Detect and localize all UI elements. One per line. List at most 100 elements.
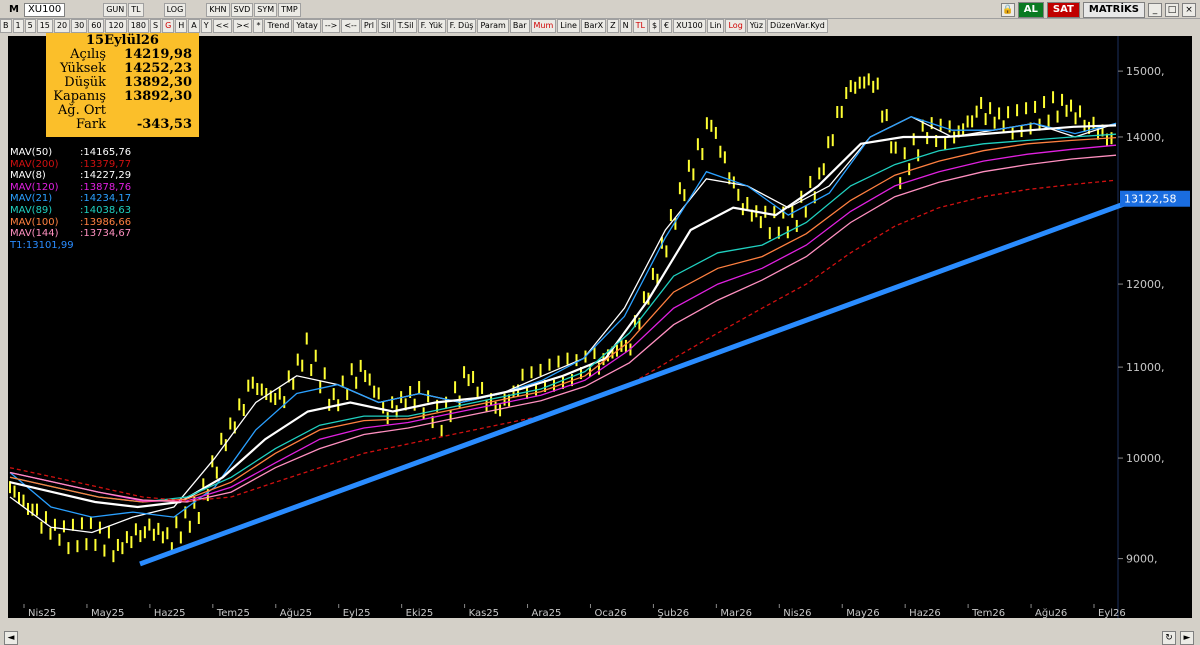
toolbar-button[interactable]: Param <box>477 19 509 33</box>
toolbar-option[interactable]: KHN <box>206 3 230 17</box>
toolbar-button[interactable]: € <box>661 19 673 33</box>
y-tick-label: 11000, <box>1126 361 1165 374</box>
legend-item[interactable]: MAV(8):14227,29 <box>10 170 131 182</box>
info-value: -343,53 <box>136 117 192 132</box>
symbol-input[interactable]: XU100 <box>23 3 66 17</box>
info-value: 14219,98 <box>124 47 192 62</box>
info-label: Açılış <box>70 47 106 62</box>
toolbar-button[interactable]: Mum <box>530 19 557 33</box>
toolbar-button[interactable]: TL <box>632 19 648 33</box>
y-tick-label: 10000, <box>1126 452 1165 465</box>
toolbar-button[interactable]: Log <box>725 19 746 33</box>
x-tick-label: Şub26 <box>657 608 689 618</box>
matrix-button[interactable]: MATRİKS <box>1082 2 1145 18</box>
legend-item[interactable]: MAV(144):13734,67 <box>10 228 131 240</box>
info-label: Yüksek <box>60 61 106 76</box>
maximize-icon[interactable]: □ <box>1165 3 1179 17</box>
toolbar-button[interactable]: DüzenVar.Kyd <box>767 19 828 33</box>
scroll-right-icon[interactable]: ► <box>1180 631 1194 645</box>
refresh-icon[interactable]: ↻ <box>1162 631 1176 645</box>
toolbar-button[interactable]: Line <box>557 19 580 33</box>
legend-name: MAV(21) <box>10 193 53 205</box>
minimize-icon[interactable]: _ <box>1148 3 1162 17</box>
toolbar-button[interactable]: Yüz <box>746 19 767 33</box>
legend-item[interactable]: T1:13101,99 <box>10 240 131 252</box>
toolbar-option[interactable]: SVD <box>230 3 254 17</box>
info-value: 13892,30 <box>124 89 192 104</box>
legend-value: :14038,63 <box>80 204 132 216</box>
legend-item[interactable]: MAV(21):14234,17 <box>10 193 131 205</box>
toolbar-option[interactable]: GUN <box>103 3 128 17</box>
toolbar-button[interactable]: 30 <box>71 19 88 33</box>
menu-letter[interactable]: M <box>6 4 22 16</box>
toolbar-button[interactable]: Lin <box>706 19 725 33</box>
toolbar-option[interactable]: TL <box>128 3 144 17</box>
toolbar-button[interactable]: << <box>212 19 233 33</box>
toolbar-button[interactable]: BarX <box>580 19 607 33</box>
toolbar-button[interactable]: --> <box>321 19 341 33</box>
last-price-label: 13122,58 <box>1124 193 1177 206</box>
ma-line-mav200 <box>9 179 1117 502</box>
x-tick-label: Ağu25 <box>280 607 312 618</box>
toolbar-button[interactable]: Sil <box>378 19 394 33</box>
window-titlebar: M XU100 GUN TL LOG KHN SVD SYM TMP 🔒 AL SAT MA… <box>0 0 1200 19</box>
sell-button[interactable]: SAT <box>1046 2 1080 18</box>
y-tick-label: 12000, <box>1126 278 1165 291</box>
toolbar-button[interactable]: F. Düş <box>446 19 477 33</box>
lock-icon[interactable]: 🔒 <box>1000 3 1015 17</box>
toolbar-button[interactable]: Trend <box>264 19 293 33</box>
toolbar-button[interactable]: Prl <box>360 19 378 33</box>
x-tick-label: Ara25 <box>532 608 562 618</box>
toolbar-button[interactable]: 1 <box>12 19 24 33</box>
legend-name: MAV(50) <box>10 147 53 158</box>
x-tick-label: Nis25 <box>28 608 56 618</box>
x-tick-label: Eki25 <box>406 608 434 618</box>
toolbar-button[interactable]: Yatay <box>293 19 321 33</box>
legend-value: :13986,66 <box>80 216 132 228</box>
info-row: Kapanış 13892,30 <box>46 90 199 104</box>
toolbar-button[interactable]: B <box>0 19 12 33</box>
toolbar-option[interactable]: SYM <box>254 3 278 17</box>
scroll-left-icon[interactable]: ◄ <box>4 631 18 645</box>
toolbar-button[interactable]: Y <box>200 19 212 33</box>
toolbar-button[interactable]: Z <box>607 19 619 33</box>
x-tick-label: Haz25 <box>154 608 186 618</box>
legend-item[interactable]: MAV(120):13878,76 <box>10 182 131 194</box>
toolbar-button[interactable]: 60 <box>88 19 105 33</box>
toolbar-button[interactable]: 15 <box>36 19 53 33</box>
toolbar-button[interactable]: S <box>150 19 162 33</box>
toolbar-button[interactable]: 5 <box>24 19 36 33</box>
close-icon[interactable]: × <box>1182 3 1196 17</box>
x-tick-label: Ağu26 <box>1035 607 1067 618</box>
legend-item[interactable]: MAV(50):14165,76 <box>10 147 131 159</box>
toolbar-button[interactable]: A <box>188 19 200 33</box>
symbol-row: M XU100 GUN TL LOG KHN SVD SYM TMP <box>4 3 302 17</box>
toolbar-button[interactable]: 180 <box>127 19 149 33</box>
toolbar-button[interactable]: N <box>619 19 632 33</box>
toolbar-button[interactable]: * <box>253 19 264 33</box>
legend-item[interactable]: MAV(100):13986,66 <box>10 217 131 229</box>
right-toolbar: 🔒 AL SAT MATRİKS _ □ × <box>1000 2 1196 18</box>
legend-value: :13101,99 <box>22 239 74 251</box>
ma-line-mav21 <box>9 115 1117 518</box>
toolbar-button[interactable]: H <box>175 19 188 33</box>
toolbar-button[interactable]: 120 <box>105 19 127 33</box>
toolbar-button[interactable]: G <box>162 19 175 33</box>
toolbar-button[interactable]: F. Yük <box>417 19 446 33</box>
legend-item[interactable]: MAV(200):13379,77 <box>10 159 131 171</box>
toolbar-button[interactable]: 20 <box>53 19 71 33</box>
legend-item[interactable]: MAV(89):14038,63 <box>10 205 131 217</box>
toolbar-button[interactable]: $ <box>648 19 661 33</box>
toolbar-button[interactable]: Bar <box>509 19 530 33</box>
toolbar-button[interactable]: T.Sil <box>394 19 417 33</box>
info-label: Düşük <box>64 75 106 90</box>
toolbar-button[interactable]: XU100 <box>673 19 706 33</box>
toolbar-option[interactable]: LOG <box>163 3 187 17</box>
info-row: Fark -343,53 <box>46 118 199 132</box>
info-row: Yüksek 14252,23 <box>46 62 199 76</box>
toolbar-option[interactable]: TMP <box>278 3 301 17</box>
info-value <box>112 104 192 118</box>
toolbar-button[interactable]: >< <box>233 19 253 33</box>
toolbar-button[interactable]: <-- <box>341 19 360 33</box>
buy-button[interactable]: AL <box>1017 2 1044 18</box>
